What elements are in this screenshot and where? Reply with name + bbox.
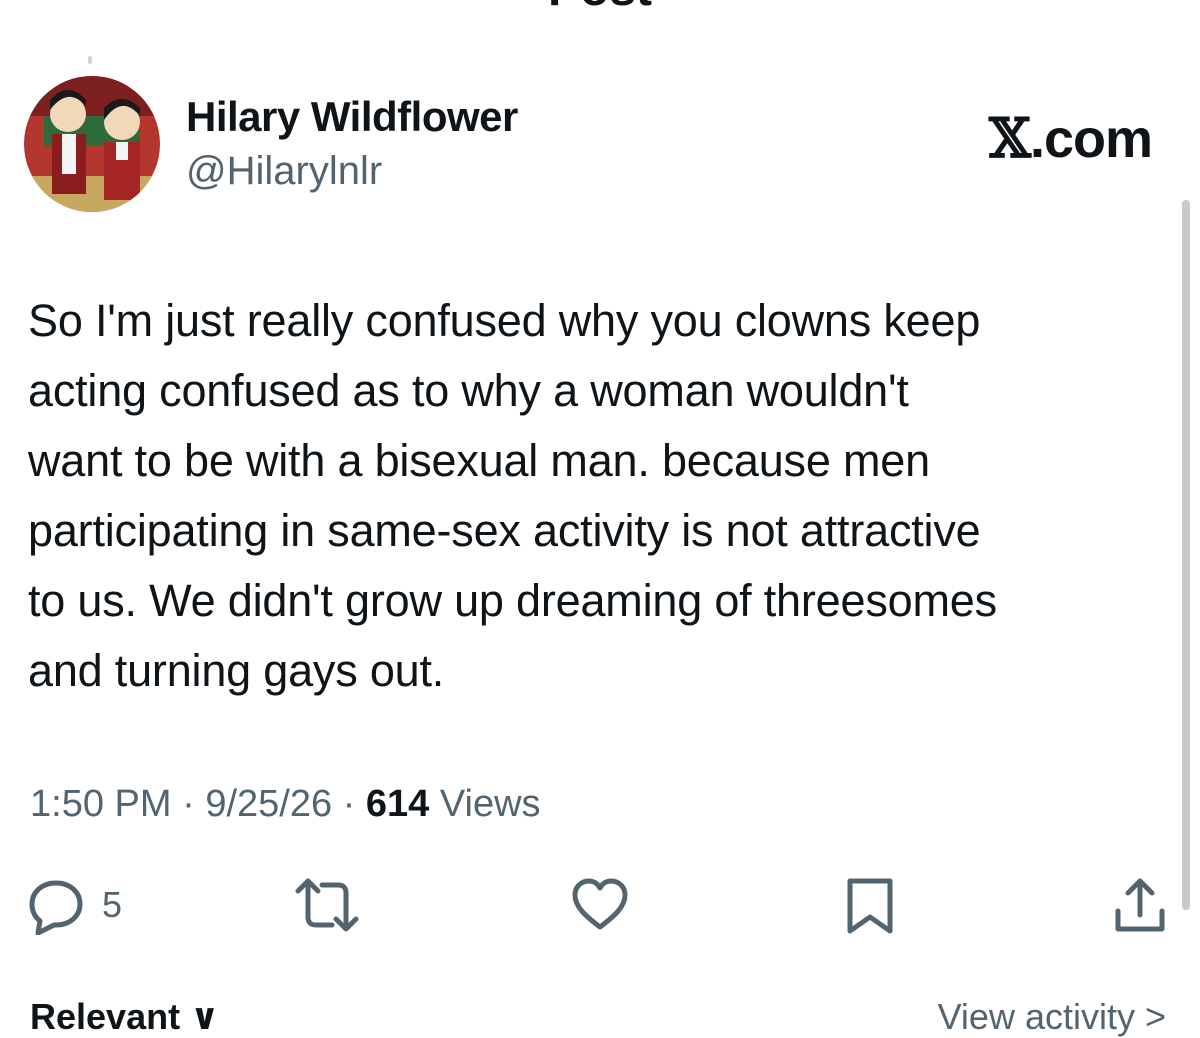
share-button[interactable]	[1110, 870, 1170, 940]
avatar[interactable]	[24, 76, 160, 212]
tweet-time[interactable]: 1:50 PM	[30, 783, 172, 825]
tweet-date[interactable]: 9/25/26	[205, 783, 332, 825]
brand-watermark: 𝕏.com	[989, 106, 1153, 170]
share-icon	[1115, 878, 1165, 932]
repost-icon	[295, 878, 359, 932]
tweet-line: participating in same-sex activity is no…	[28, 505, 981, 556]
like-button[interactable]	[570, 870, 630, 940]
bookmark-icon	[847, 878, 893, 934]
tweet-meta: 1:50 PM · 9/25/26 · 614 Views	[30, 780, 541, 828]
action-bar: 5	[0, 870, 1200, 940]
meta-separator: ·	[171, 783, 206, 825]
reply-button[interactable]: 5	[26, 870, 122, 940]
tweet-line: want to be with a bisexual man. because …	[28, 435, 930, 486]
view-activity-link[interactable]: View activity >	[938, 996, 1166, 1038]
page-title: Post	[0, 0, 1200, 16]
reply-count: 5	[102, 884, 123, 925]
views-label: Views	[429, 783, 541, 825]
sort-relevant-dropdown[interactable]: Relevant ∨	[30, 996, 219, 1038]
bookmark-button[interactable]	[844, 870, 896, 940]
display-name[interactable]: Hilary Wildflower	[186, 93, 518, 141]
divider-dot	[88, 56, 92, 64]
tweet-line: and turning gays out.	[28, 645, 445, 696]
tweet-line: So I'm just really confused why you clow…	[28, 295, 981, 346]
repost-button[interactable]	[294, 870, 360, 940]
x-logo-icon: 𝕏	[989, 106, 1031, 170]
reply-icon	[29, 880, 83, 935]
tweet-text: So I'm just really confused why you clow…	[28, 286, 1178, 706]
like-icon	[572, 878, 628, 930]
tweet-line: to us. We didn't grow up dreaming of thr…	[28, 575, 997, 626]
user-handle[interactable]: @Hilarylnlr	[186, 148, 382, 194]
scrollbar[interactable]	[1182, 200, 1190, 910]
replies-toolbar: Relevant ∨ View activity >	[0, 996, 1200, 1038]
tweet-line: acting confused as to why a woman wouldn…	[28, 365, 909, 416]
brand-suffix: .com	[1029, 109, 1153, 169]
meta-separator: ·	[332, 783, 366, 825]
views-count: 614	[365, 783, 430, 825]
